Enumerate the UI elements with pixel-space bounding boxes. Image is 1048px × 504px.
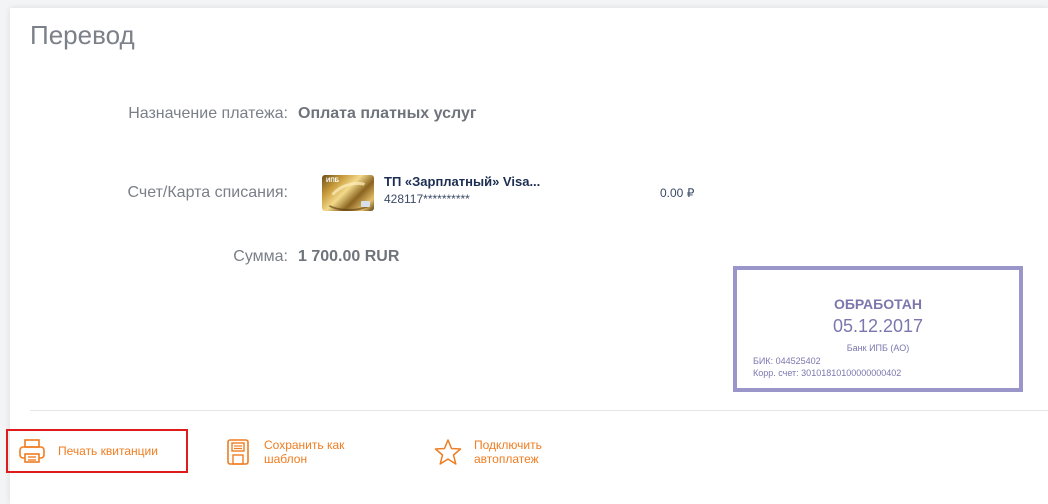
save-template-label-1: Сохранить как xyxy=(264,438,345,452)
print-receipt-label: Печать квитанции xyxy=(58,444,158,458)
amount-value: 1 700.00 RUR xyxy=(298,248,400,265)
print-receipt-button[interactable]: Печать квитанции xyxy=(6,429,188,473)
amount-label: Сумма: xyxy=(233,248,288,265)
stamp-date: 05.12.2017 xyxy=(832,316,924,336)
card-number: 428117********** xyxy=(384,192,470,206)
save-template-button[interactable]: Сохранить как шаблон xyxy=(224,438,344,466)
autopay-label-1: Подключить xyxy=(474,438,542,452)
purpose-value: Оплата платных услуг xyxy=(298,105,477,122)
stamp-bank: Банк ИПБ (АО) xyxy=(846,343,910,353)
processed-stamp: ОБРАБОТАН 05.12.2017 Банк ИПБ (АО) БИК: … xyxy=(733,266,1023,392)
autopay-label-2: автоплатеж xyxy=(474,452,539,466)
page-title: Перевод xyxy=(30,20,135,50)
divider xyxy=(30,410,1048,411)
card-name: ТП «Зарплатный» Visa... xyxy=(384,174,541,189)
star-icon xyxy=(434,439,462,465)
account-label: Счет/Карта списания: xyxy=(127,184,289,201)
stamp-corr-account: Корр. счет: 30101810100000000402 xyxy=(753,368,902,378)
save-template-label-2: шаблон xyxy=(264,452,308,466)
purpose-label: Назначение платежа: xyxy=(128,105,288,122)
card-balance: 0.00 ₽ xyxy=(660,186,695,200)
card-image: ИПБ xyxy=(322,175,374,211)
autopay-button[interactable]: Подключить автоплатеж xyxy=(434,438,542,466)
stamp-status: ОБРАБОТАН xyxy=(833,296,922,312)
floppy-disk-icon xyxy=(227,439,249,465)
stamp-bik: БИК: 044525402 xyxy=(753,356,821,366)
printer-icon xyxy=(19,439,45,463)
